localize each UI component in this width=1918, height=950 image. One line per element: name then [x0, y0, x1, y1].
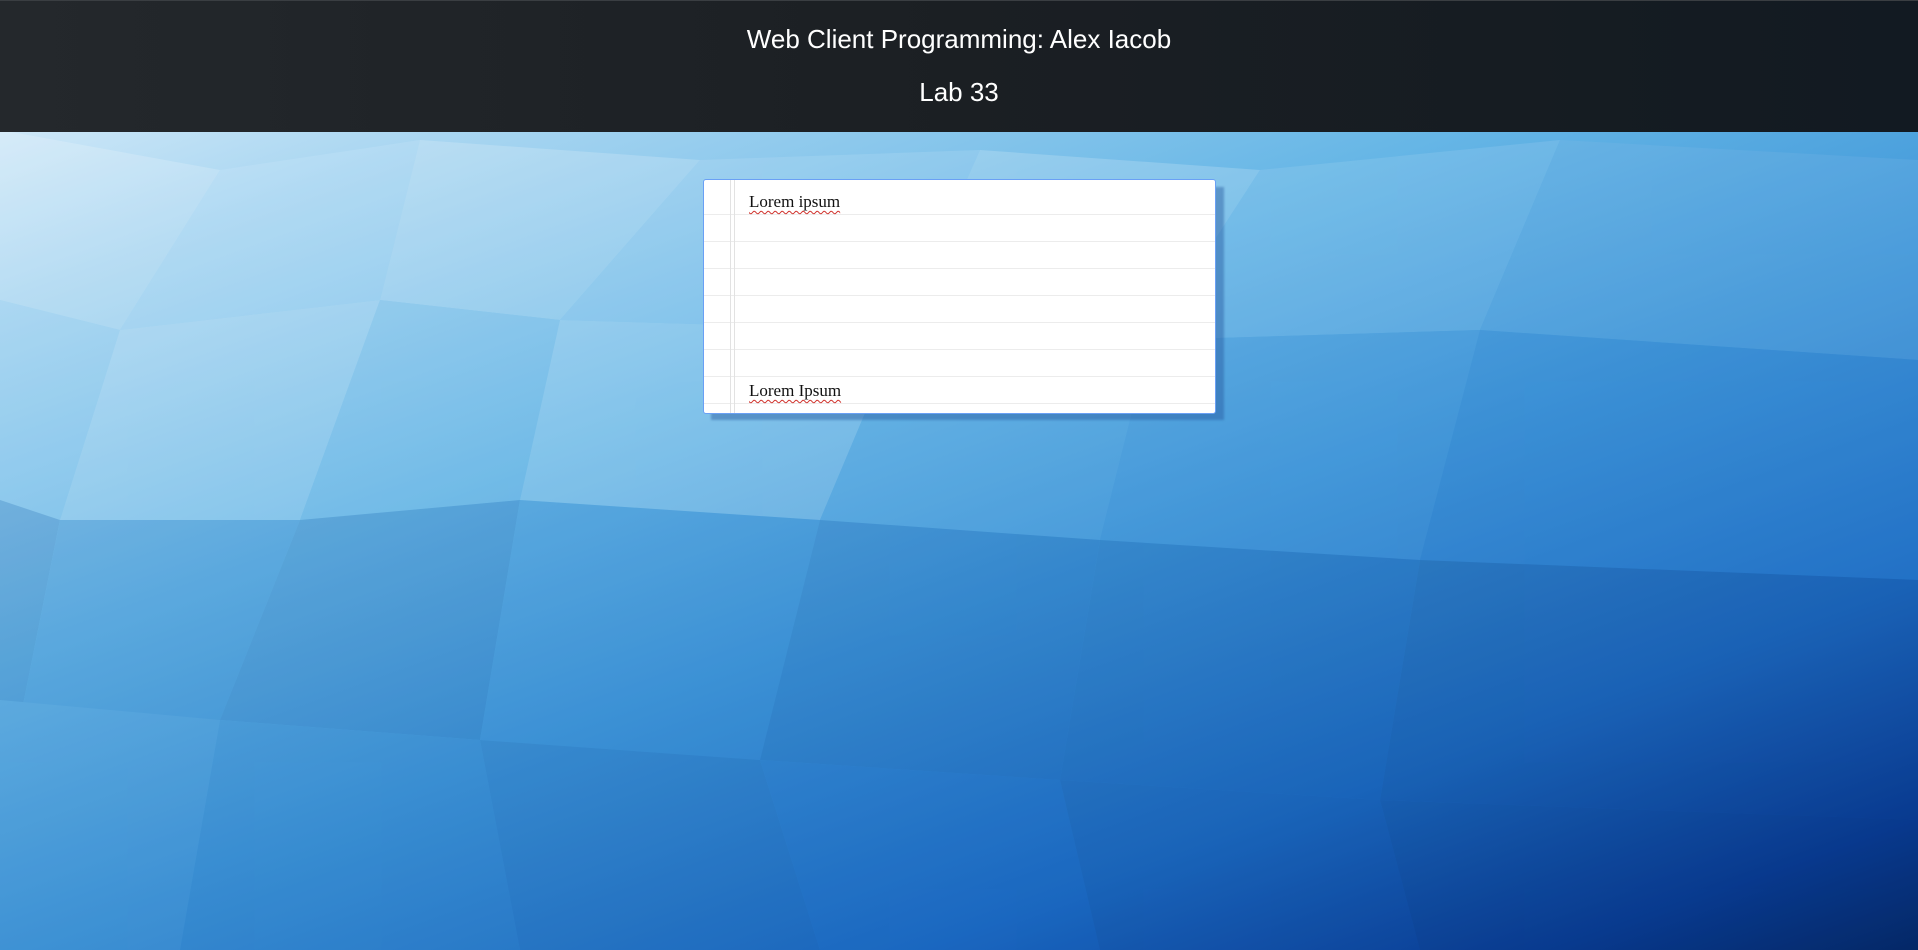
lab-subtitle: Lab 33 [919, 77, 999, 107]
notepad-margin-line [730, 180, 731, 413]
page-header: Web Client Programming: Alex Iacob Lab 3… [0, 0, 1918, 132]
notepad-margin-line [734, 180, 735, 413]
page-title: Web Client Programming: Alex Iacob [746, 24, 1172, 54]
low-poly-background [0, 0, 1918, 950]
notepad-line-last: Lorem Ipsum [749, 381, 842, 400]
notepad-line-first: Lorem ipsum [749, 192, 841, 211]
notepad-textarea[interactable]: Lorem ipsum Lorem Ipsum [703, 179, 1216, 414]
background-polygons [0, 130, 1918, 950]
